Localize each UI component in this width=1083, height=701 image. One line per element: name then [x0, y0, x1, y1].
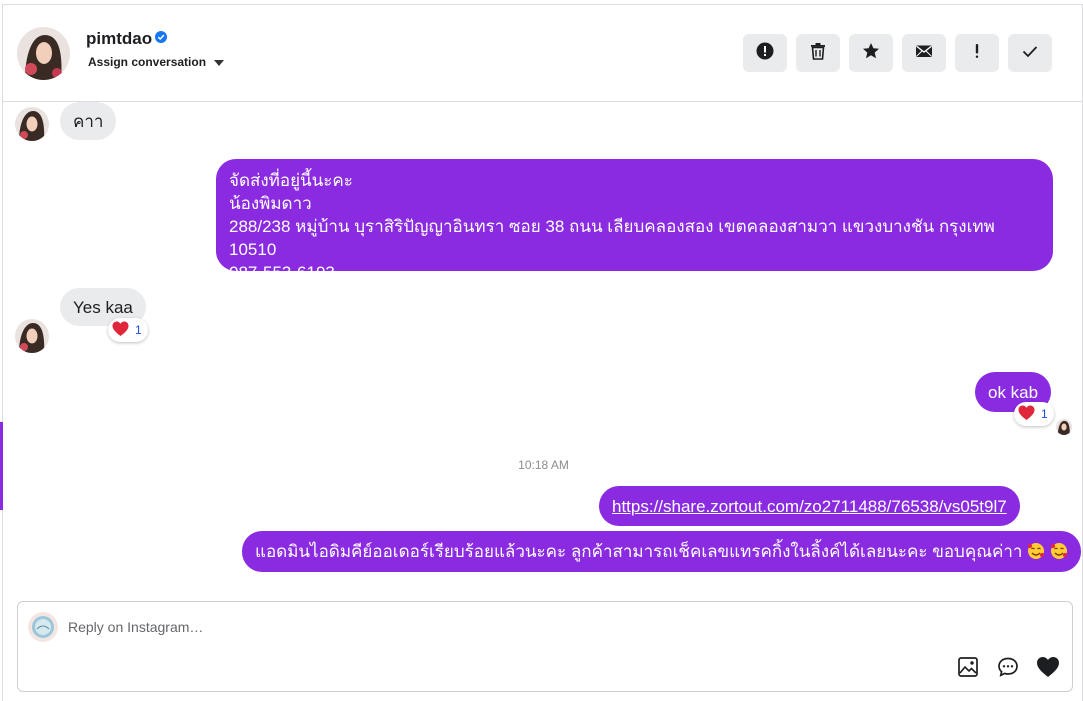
- outgoing-message[interactable]: แอดมินไอดิมคีย์ออเดอร์เรียบร้อยแล้วนะคะ …: [242, 531, 1081, 572]
- contact-username[interactable]: pimtdao: [86, 29, 152, 49]
- page-avatar: [28, 612, 58, 642]
- active-indicator: [0, 422, 3, 510]
- outgoing-message[interactable]: https://share.zortout.com/zo2711488/7653…: [599, 486, 1020, 526]
- verified-badge-icon: [155, 30, 168, 48]
- heart-icon[interactable]: [1036, 655, 1060, 679]
- reply-composer: [17, 601, 1073, 692]
- message-text: แอดมินไอดิมคีย์ออเดอร์เรียบร้อยแล้วนะคะ …: [255, 542, 1023, 561]
- contact-avatar-small: [15, 107, 49, 141]
- assign-conversation-dropdown[interactable]: Assign conversation: [88, 55, 225, 69]
- envelope-icon: [915, 42, 933, 65]
- message-reaction[interactable]: 1: [108, 318, 148, 342]
- message-text: คาา: [73, 112, 104, 131]
- reaction-count: 1: [1041, 407, 1048, 421]
- contact-avatar[interactable]: [17, 27, 70, 80]
- outgoing-message[interactable]: จัดส่งที่อยู่นี้นะคะ น้องพิมดาว 288/238 …: [216, 159, 1053, 282]
- exclamation-icon: [968, 42, 986, 65]
- spam-button[interactable]: [743, 34, 787, 72]
- saved-reply-icon[interactable]: [996, 655, 1020, 679]
- assign-conversation-label: Assign conversation: [88, 55, 207, 69]
- message-text: ok kab: [988, 383, 1039, 402]
- seen-avatar: [1056, 419, 1072, 435]
- mark-done-button[interactable]: [1008, 34, 1052, 72]
- mark-unread-button[interactable]: [902, 34, 946, 72]
- message-text: Yes kaa: [73, 298, 133, 317]
- incoming-message[interactable]: คาา: [60, 102, 117, 140]
- conversation-actions: [743, 34, 1052, 72]
- message-line: 288/238 หมู่บ้าน บุราสิริปัญญาอินทรา ซอย…: [229, 217, 995, 259]
- contact-avatar-small: [15, 319, 49, 353]
- message-line: น้องพิมดาว: [229, 194, 312, 213]
- follow-up-button[interactable]: [955, 34, 999, 72]
- message-timestamp: 10:18 AM: [518, 458, 569, 472]
- star-button[interactable]: [849, 34, 893, 72]
- message-link[interactable]: https://share.zortout.com/zo2711488/7653…: [612, 497, 1007, 516]
- trash-icon: [809, 42, 827, 65]
- heart-reaction-icon: [1018, 405, 1035, 424]
- check-icon: [1021, 42, 1039, 65]
- image-icon[interactable]: [956, 655, 980, 679]
- smiling-hearts-emoji-icon: [1027, 542, 1045, 560]
- heart-reaction-icon: [112, 321, 129, 340]
- conversation-header: pimtdao Assign conversation: [3, 5, 1083, 102]
- reaction-count: 1: [135, 323, 142, 337]
- conversation-panel: pimtdao Assign conversation คาา จัดส่งที…: [2, 4, 1083, 701]
- smiling-hearts-emoji-icon: [1050, 542, 1068, 560]
- message-line: จัดส่งที่อยู่นี้นะคะ: [229, 171, 353, 190]
- reply-input[interactable]: [68, 619, 768, 635]
- message-reaction[interactable]: 1: [1014, 402, 1054, 426]
- star-icon: [862, 42, 880, 65]
- message-line: 087-553-6193: [229, 263, 335, 282]
- contact-name-row: pimtdao: [86, 29, 168, 49]
- delete-button[interactable]: [796, 34, 840, 72]
- alert-circle-icon: [756, 42, 774, 65]
- composer-actions: [956, 655, 1060, 679]
- caret-down-icon: [214, 60, 225, 66]
